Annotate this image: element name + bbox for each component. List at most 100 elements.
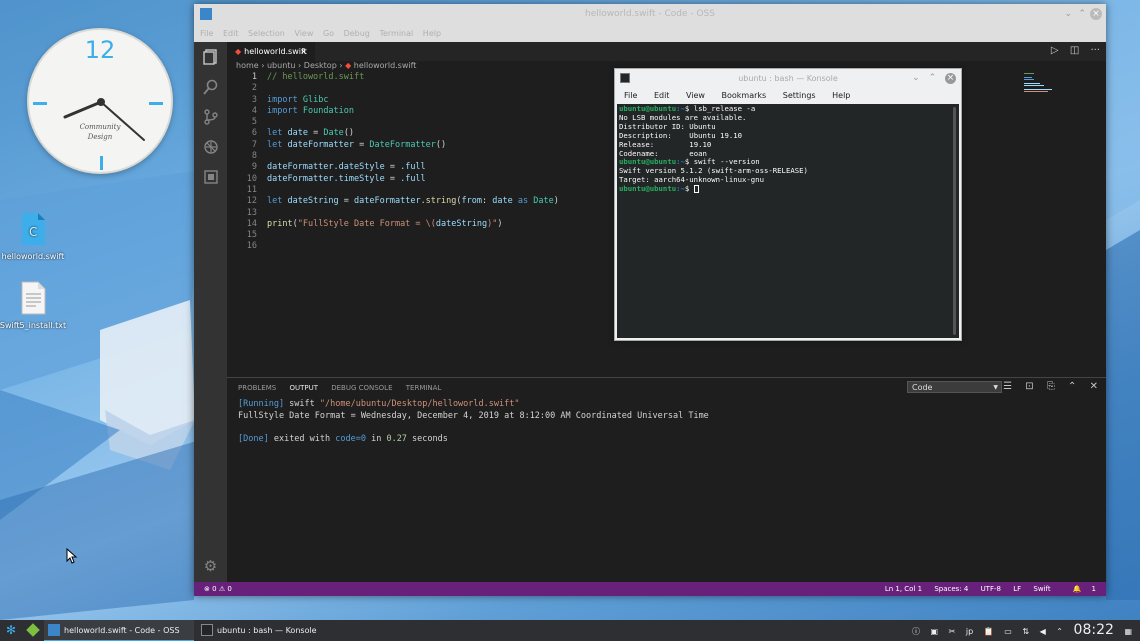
minimap[interactable]: [1022, 72, 1092, 92]
tray-expand-icon[interactable]: ⌃: [1056, 627, 1063, 636]
window-minimize-button[interactable]: ⌄: [912, 73, 920, 83]
menu-edit[interactable]: Edit: [654, 91, 670, 100]
split-editor-icon[interactable]: ◫: [1070, 45, 1079, 56]
tab-problems[interactable]: PROBLEMS: [238, 384, 276, 392]
network-icon[interactable]: ⇅: [1022, 627, 1029, 636]
terminal-area[interactable]: ubuntu@ubuntu:~$ lsb_release -a No LSB mo…: [617, 104, 959, 338]
more-actions-icon[interactable]: ···: [1090, 45, 1100, 56]
volume-icon[interactable]: ◀: [1040, 627, 1046, 636]
explorer-icon[interactable]: [194, 42, 227, 72]
clear-output-icon[interactable]: ☰: [1003, 381, 1012, 392]
tools-icon[interactable]: ✂: [949, 627, 956, 636]
warning-icon: ⚠: [218, 585, 226, 593]
menu-help[interactable]: Help: [423, 29, 441, 38]
output-channel-select[interactable]: Code ▼: [907, 381, 1002, 393]
maximize-panel-icon[interactable]: ⌃: [1068, 381, 1076, 392]
menu-settings[interactable]: Settings: [783, 91, 816, 100]
menu-debug[interactable]: Debug: [344, 29, 370, 38]
window-minimize-button[interactable]: ⌄: [1064, 4, 1072, 25]
window-close-button[interactable]: ×: [1090, 8, 1102, 20]
menu-help[interactable]: Help: [832, 91, 850, 100]
source-control-icon[interactable]: [194, 102, 227, 132]
indentation[interactable]: Spaces: 4: [934, 585, 968, 593]
breadcrumb-home[interactable]: home: [236, 61, 259, 70]
menu-file[interactable]: File: [200, 29, 213, 38]
line-number: 14: [246, 218, 257, 229]
extensions-icon[interactable]: [194, 162, 227, 192]
settings-gear-icon[interactable]: ⚙: [194, 557, 227, 575]
menu-view[interactable]: View: [294, 29, 313, 38]
breadcrumb-ubuntu[interactable]: ubuntu: [267, 61, 296, 70]
code-line: import Glibc: [267, 94, 329, 105]
tab-terminal[interactable]: TERMINAL: [406, 384, 442, 392]
tab-helloworld-swift[interactable]: ◆ helloworld.swift ×: [227, 42, 315, 61]
desktop-icon-swift5-install[interactable]: Swift5_install.txt: [0, 281, 68, 330]
vscode-titlebar[interactable]: helloworld.swift - Code - OSS ⌄ ⌃ ×: [194, 4, 1106, 25]
menu-edit[interactable]: Edit: [223, 29, 239, 38]
encoding[interactable]: UTF-8: [981, 585, 1001, 593]
open-log-icon[interactable]: ⎘: [1047, 381, 1055, 392]
terminal-icon: [201, 624, 213, 636]
terminal-line: ubuntu@ubuntu:~$: [619, 184, 808, 194]
code-editor[interactable]: // helloworld.swift import Glibc import F…: [267, 72, 559, 230]
error-count: 0: [212, 585, 217, 593]
package-manager-icon[interactable]: [26, 623, 40, 637]
editor-actions: ▷ ◫ ···: [1051, 45, 1100, 56]
line-number: 4: [251, 105, 257, 116]
debug-icon[interactable]: [194, 132, 227, 162]
desktop-toolbox-icon[interactable]: ▦: [1124, 627, 1132, 636]
konsole-window[interactable]: ubuntu : bash — Konsole ⌄ ⌃ × File Edit …: [614, 68, 962, 341]
line-number: 15: [246, 230, 257, 241]
window-maximize-button[interactable]: ⌃: [1078, 4, 1086, 25]
line-number: 12: [246, 196, 257, 207]
breadcrumb-file[interactable]: helloworld.swift: [354, 61, 417, 70]
terminal-scrollbar[interactable]: [953, 107, 956, 335]
notifications[interactable]: 🔔 1: [1063, 585, 1096, 593]
close-panel-icon[interactable]: ✕: [1090, 381, 1098, 392]
run-icon[interactable]: ▷: [1051, 45, 1059, 56]
analog-clock-widget[interactable]: 12 Community Design: [27, 28, 173, 174]
menu-file[interactable]: File: [624, 91, 637, 100]
line-number: 13: [246, 207, 257, 218]
search-icon[interactable]: [194, 72, 227, 102]
lock-scroll-icon[interactable]: ⊡: [1025, 381, 1033, 392]
problems-status[interactable]: ⊗ 0 ⚠ 0: [204, 582, 232, 596]
cursor-position[interactable]: Ln 1, Col 1: [885, 585, 922, 593]
menu-terminal[interactable]: Terminal: [379, 29, 413, 38]
desktop-icon-helloworld-swift[interactable]: C helloworld.swift: [0, 212, 68, 261]
tab-debug-console[interactable]: DEBUG CONSOLE: [331, 384, 392, 392]
tab-output[interactable]: OUTPUT: [289, 384, 318, 392]
konsole-titlebar[interactable]: ubuntu : bash — Konsole ⌄ ⌃ ×: [615, 69, 961, 88]
task-konsole[interactable]: ubuntu : bash — Konsole: [197, 620, 347, 641]
menu-go[interactable]: Go: [323, 29, 334, 38]
output-line: FullStyle Date Format = Wednesday, Decem…: [238, 410, 709, 421]
window-close-button[interactable]: ×: [945, 73, 956, 84]
menu-view[interactable]: View: [686, 91, 705, 100]
swift-file-icon: C: [22, 213, 45, 245]
code-line: print("FullStyle Date Format = \(dateStr…: [267, 218, 503, 229]
keyboard-layout[interactable]: jp: [966, 627, 973, 636]
help-icon[interactable]: ⓘ: [912, 627, 920, 636]
task-vscode[interactable]: helloworld.swift - Code - OSS: [44, 620, 194, 641]
application-launcher-icon[interactable]: ✻: [6, 623, 20, 637]
code-line: dateFormatter.dateStyle = .full: [267, 162, 426, 173]
output-log[interactable]: [Running] swift "/home/ubuntu/Desktop/he…: [238, 399, 709, 445]
language-mode[interactable]: Swift: [1033, 585, 1050, 593]
code-line: import Foundation: [267, 105, 355, 116]
line-number: 6: [251, 128, 257, 139]
code-line: let dateFormatter = DateFormatter(): [267, 139, 447, 150]
menu-selection[interactable]: Selection: [248, 29, 285, 38]
clock-time[interactable]: 08:22: [1074, 622, 1114, 638]
menu-bookmarks[interactable]: Bookmarks: [722, 91, 767, 100]
tab-close-icon[interactable]: ×: [300, 42, 307, 61]
output-line: [Running] swift "/home/ubuntu/Desktop/he…: [238, 399, 520, 409]
window-maximize-button[interactable]: ⌃: [929, 73, 937, 83]
breadcrumb-desktop[interactable]: Desktop: [304, 61, 337, 70]
image-icon[interactable]: ▣: [930, 627, 938, 636]
end-of-line[interactable]: LF: [1013, 585, 1021, 593]
battery-icon[interactable]: ▭: [1004, 627, 1012, 636]
konsole-menubar: File Edit View Bookmarks Settings Help: [615, 88, 961, 104]
clipboard-icon[interactable]: 📋: [984, 627, 994, 636]
